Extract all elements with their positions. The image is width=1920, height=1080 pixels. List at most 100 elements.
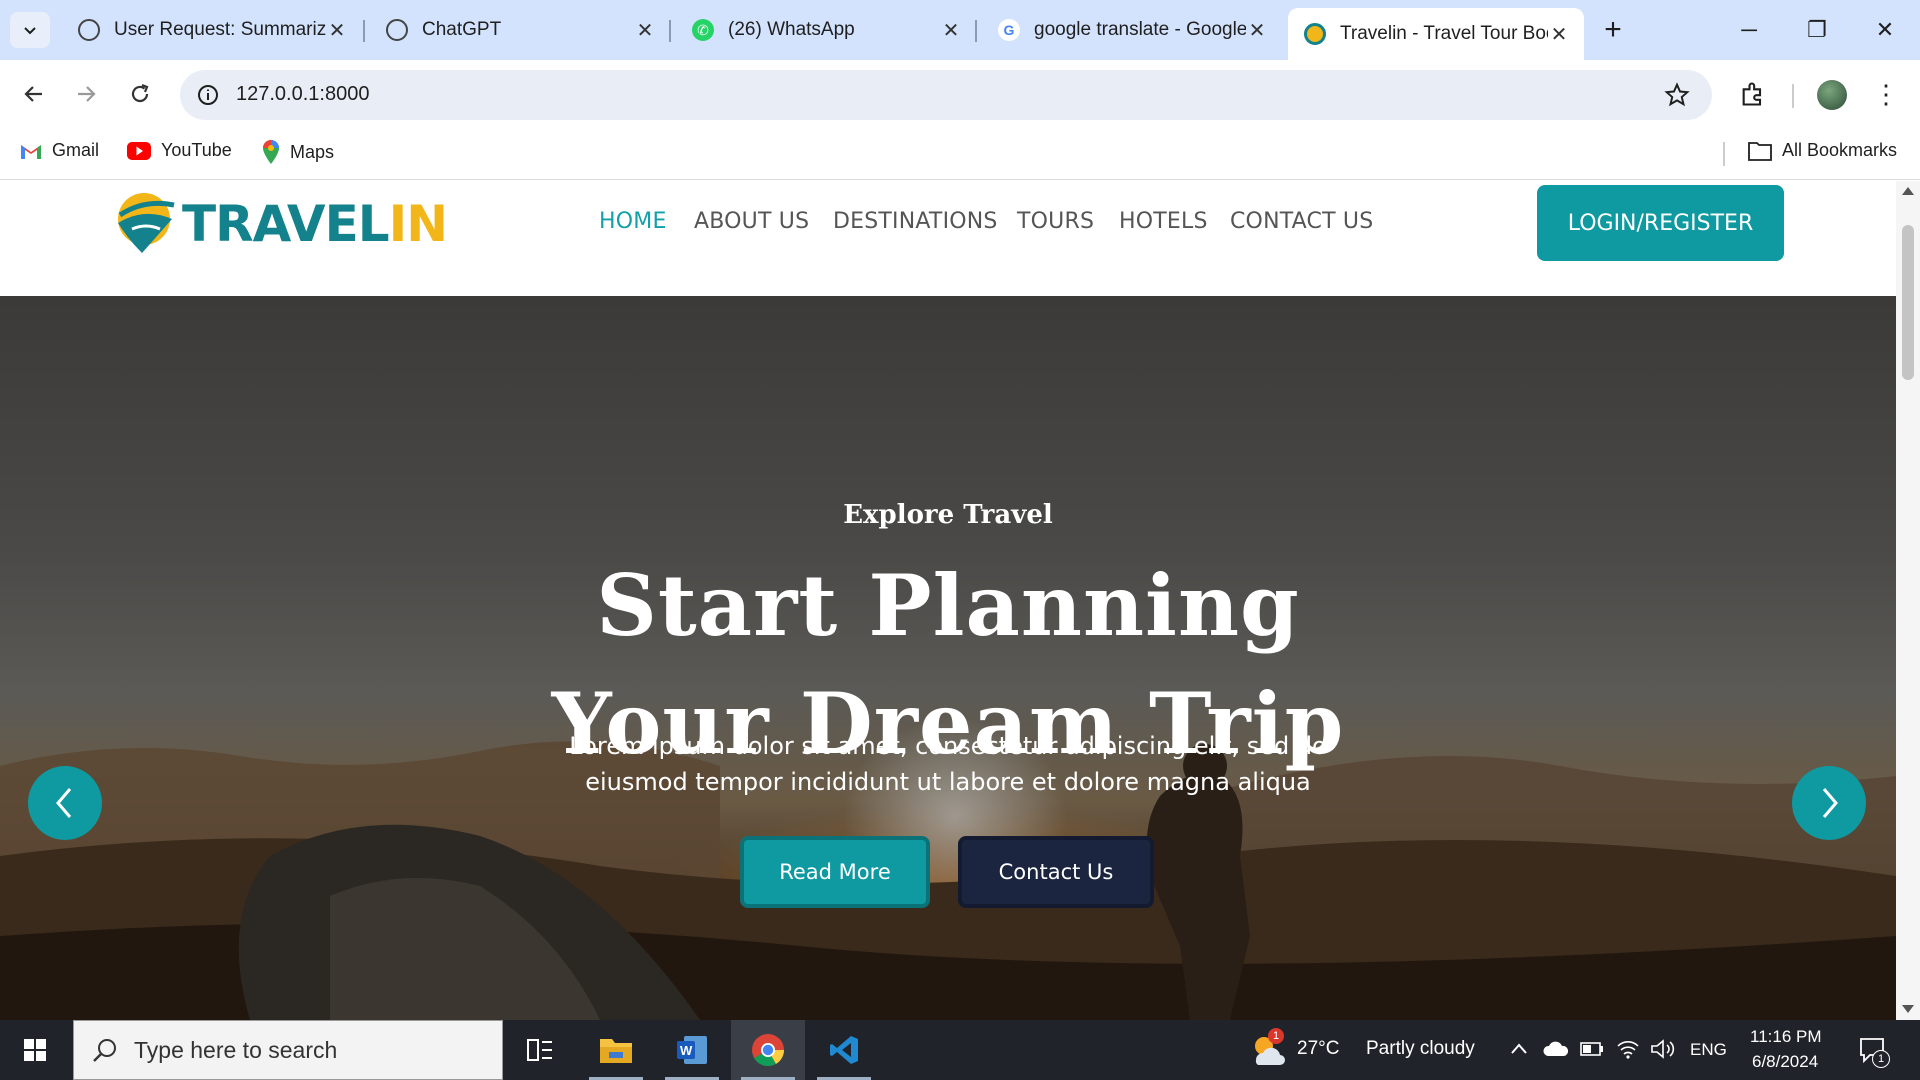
tab-separator <box>669 20 671 42</box>
folder-icon <box>600 1039 632 1063</box>
forward-button[interactable] <box>66 74 106 114</box>
extensions-icon[interactable] <box>1739 80 1767 108</box>
site-header: TRAVELIN HOME ABOUT US DESTINATIONS TOUR… <box>0 181 1896 296</box>
hero-eyebrow: Explore Travel <box>843 500 1053 530</box>
reload-button[interactable] <box>120 74 160 114</box>
back-button[interactable] <box>14 74 54 114</box>
taskbar-vscode[interactable] <box>807 1020 881 1080</box>
close-icon[interactable]: ✕ <box>940 18 962 43</box>
star-icon[interactable] <box>1664 82 1690 108</box>
read-more-button[interactable]: Read More <box>740 836 930 908</box>
logo-text-part2: IN <box>388 195 448 253</box>
taskbar-word[interactable]: W <box>655 1020 729 1080</box>
close-window-button[interactable]: ✕ <box>1865 12 1905 48</box>
tab-title: User Request: Summarize <box>114 19 326 40</box>
clock-date[interactable]: 6/8/2024 <box>1752 1052 1818 1072</box>
chevron-down-icon <box>24 27 36 35</box>
gmail-icon <box>21 144 41 159</box>
language-indicator[interactable]: ENG <box>1690 1040 1727 1060</box>
clock-time[interactable]: 11:16 PM <box>1750 1027 1822 1047</box>
bookmark-youtube[interactable]: YouTube <box>127 140 232 161</box>
maps-icon <box>263 140 279 164</box>
tab-whatsapp[interactable]: ✆ (26) WhatsApp ✕ <box>676 8 976 52</box>
site-info-icon[interactable] <box>196 83 220 107</box>
task-view-icon <box>527 1039 552 1061</box>
menu-icon[interactable]: ⋮ <box>1873 78 1899 112</box>
hero-slider: Explore Travel Start Planning Your Dream… <box>0 296 1896 1020</box>
taskbar-search[interactable]: Type here to search <box>73 1020 503 1080</box>
search-icon <box>93 1039 116 1062</box>
chevron-up-icon[interactable] <box>1510 1042 1528 1056</box>
nav-about-us[interactable]: ABOUT US <box>694 209 809 234</box>
svg-text:W: W <box>680 1043 693 1058</box>
tab-search-button[interactable] <box>10 12 50 48</box>
contact-us-button[interactable]: Contact Us <box>958 836 1154 908</box>
start-button[interactable] <box>0 1020 70 1080</box>
notification-count: 1 <box>1872 1050 1890 1068</box>
chevron-left-icon <box>56 788 72 818</box>
bookmark-label: YouTube <box>161 140 232 160</box>
bookmark-gmail[interactable]: Gmail <box>20 140 99 161</box>
tab-title: google translate - Google <box>1034 19 1246 40</box>
url-text[interactable]: 127.0.0.1:8000 <box>236 83 369 106</box>
logo-globe-icon <box>118 193 175 253</box>
folder-icon <box>1748 141 1772 161</box>
close-icon[interactable]: ✕ <box>634 18 656 43</box>
openai-icon <box>386 19 408 41</box>
scroll-up-arrow[interactable] <box>1902 187 1914 195</box>
tab-separator <box>975 20 977 42</box>
nav-home[interactable]: HOME <box>599 209 667 234</box>
slider-next-button[interactable] <box>1792 766 1866 840</box>
battery-icon[interactable] <box>1580 1041 1604 1057</box>
all-bookmarks-label: All Bookmarks <box>1782 140 1898 160</box>
tab-travelin[interactable]: Travelin - Travel Tour Boo ✕ <box>1288 8 1584 60</box>
taskbar-file-explorer[interactable] <box>579 1020 653 1080</box>
hero-background-image <box>0 741 1896 1020</box>
windows-taskbar: Type here to search W 1 27°C Partly clou… <box>0 1020 1920 1080</box>
volume-icon[interactable] <box>1650 1038 1676 1060</box>
nav-contact-us[interactable]: CONTACT US <box>1230 209 1373 234</box>
nav-tours[interactable]: TOURS <box>1017 209 1094 234</box>
tab-title: Travelin - Travel Tour Boo <box>1340 23 1548 44</box>
onedrive-icon[interactable] <box>1543 1040 1569 1058</box>
all-bookmarks-button[interactable]: All Bookmarks <box>1748 140 1897 161</box>
address-bar[interactable]: 127.0.0.1:8000 <box>180 70 1712 120</box>
nav-destinations[interactable]: DESTINATIONS <box>833 209 998 234</box>
search-placeholder: Type here to search <box>134 1036 338 1063</box>
windows-icon <box>24 1039 46 1061</box>
reload-icon <box>131 83 149 103</box>
task-view-button[interactable] <box>503 1020 577 1080</box>
logo[interactable]: TRAVELIN <box>112 189 448 259</box>
minimize-button[interactable]: ─ <box>1729 12 1769 48</box>
tab-google-translate[interactable]: G google translate - Google ✕ <box>982 8 1282 52</box>
scroll-down-arrow[interactable] <box>1902 1005 1914 1013</box>
restore-button[interactable]: ❐ <box>1797 12 1837 48</box>
close-icon[interactable]: ✕ <box>1548 22 1570 47</box>
tab-user-request[interactable]: User Request: Summarize ✕ <box>62 8 362 52</box>
logo-text: TRAVELIN <box>182 195 448 253</box>
tab-chatgpt[interactable]: ChatGPT ✕ <box>370 8 670 52</box>
new-tab-button[interactable]: + <box>1596 14 1630 48</box>
avatar[interactable] <box>1817 80 1847 110</box>
login-register-button[interactable]: LOGIN/REGISTER <box>1537 185 1784 261</box>
scrollbar-thumb[interactable] <box>1902 225 1914 380</box>
weather-condition[interactable]: Partly cloudy <box>1366 1038 1475 1060</box>
arrow-left-icon <box>24 86 42 102</box>
tab-title: ChatGPT <box>422 19 502 40</box>
close-icon[interactable]: ✕ <box>1246 18 1268 43</box>
page-scrollbar[interactable] <box>1896 181 1920 1020</box>
chrome-icon <box>752 1034 785 1067</box>
login-register-label: LOGIN/REGISTER <box>1567 210 1754 236</box>
logo-text-part1: TRAVEL <box>182 195 390 253</box>
slider-prev-button[interactable] <box>28 766 102 840</box>
nav-hotels[interactable]: HOTELS <box>1119 209 1208 234</box>
wifi-icon[interactable] <box>1616 1038 1640 1060</box>
taskbar-chrome[interactable] <box>731 1020 805 1080</box>
hero-subtitle-line2: eiusmod tempor incididunt ut labore et d… <box>585 768 1311 796</box>
bookmark-maps[interactable]: Maps <box>262 140 334 164</box>
travelin-icon <box>1304 23 1326 45</box>
weather-temp[interactable]: 27°C <box>1297 1038 1339 1060</box>
close-icon[interactable]: ✕ <box>326 18 348 43</box>
hero-title-line1: Start Planning <box>596 556 1300 655</box>
whatsapp-icon: ✆ <box>692 19 714 41</box>
